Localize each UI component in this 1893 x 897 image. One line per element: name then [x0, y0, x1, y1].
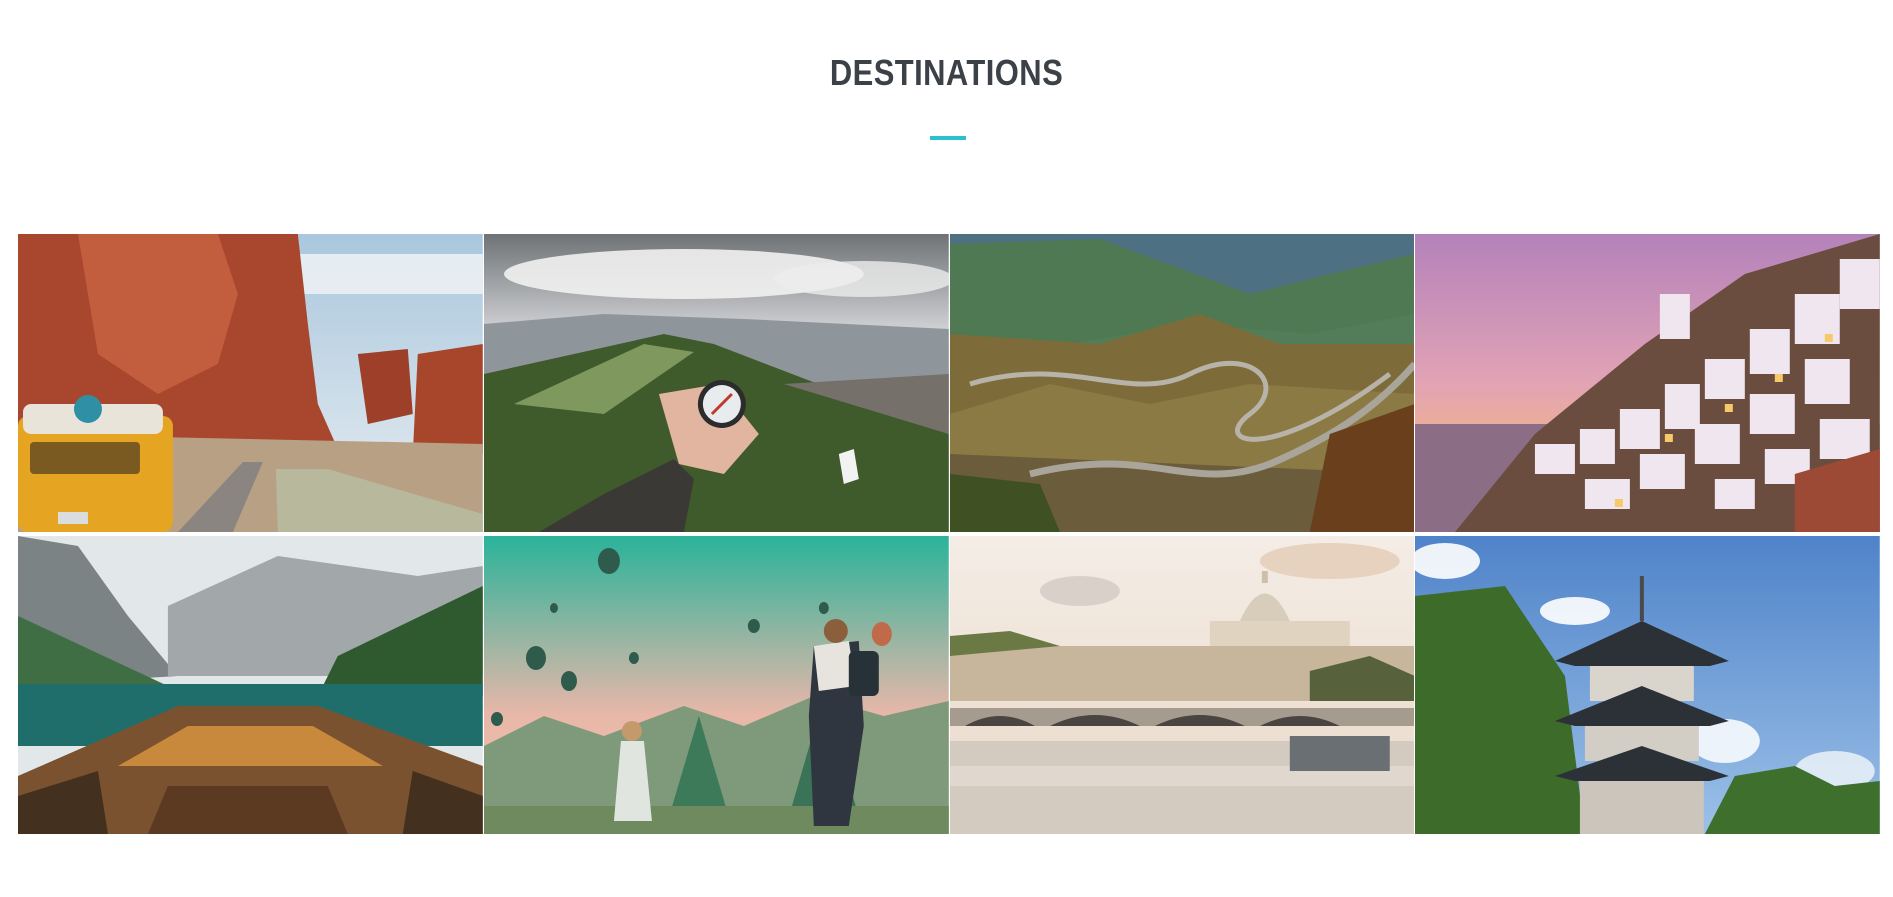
destination-tile-2[interactable]	[483, 234, 949, 532]
destination-tile-5[interactable]	[18, 536, 483, 834]
destination-tile-3[interactable]	[949, 234, 1415, 532]
destination-tile-8[interactable]	[1415, 536, 1880, 834]
section-title: DESTINATIONS	[829, 52, 1064, 93]
red-rock-canyon-van-photo	[18, 234, 483, 532]
winding-mountain-road-photo	[949, 234, 1415, 532]
destination-tile-6[interactable]	[483, 536, 949, 834]
hillside-village-sunset-photo	[1415, 234, 1880, 532]
destination-tile-1[interactable]	[18, 234, 483, 532]
destinations-gallery	[18, 234, 1880, 834]
destination-tile-7[interactable]	[949, 536, 1415, 834]
destination-tile-4[interactable]	[1415, 234, 1880, 532]
river-bridge-dome-photo	[949, 536, 1415, 834]
pagoda-sky-photo	[1415, 536, 1880, 834]
title-underline	[930, 136, 966, 140]
lake-boat-mountains-photo	[18, 536, 483, 834]
compass-mountain-photo	[483, 234, 949, 532]
hot-air-balloons-photo	[483, 536, 949, 834]
